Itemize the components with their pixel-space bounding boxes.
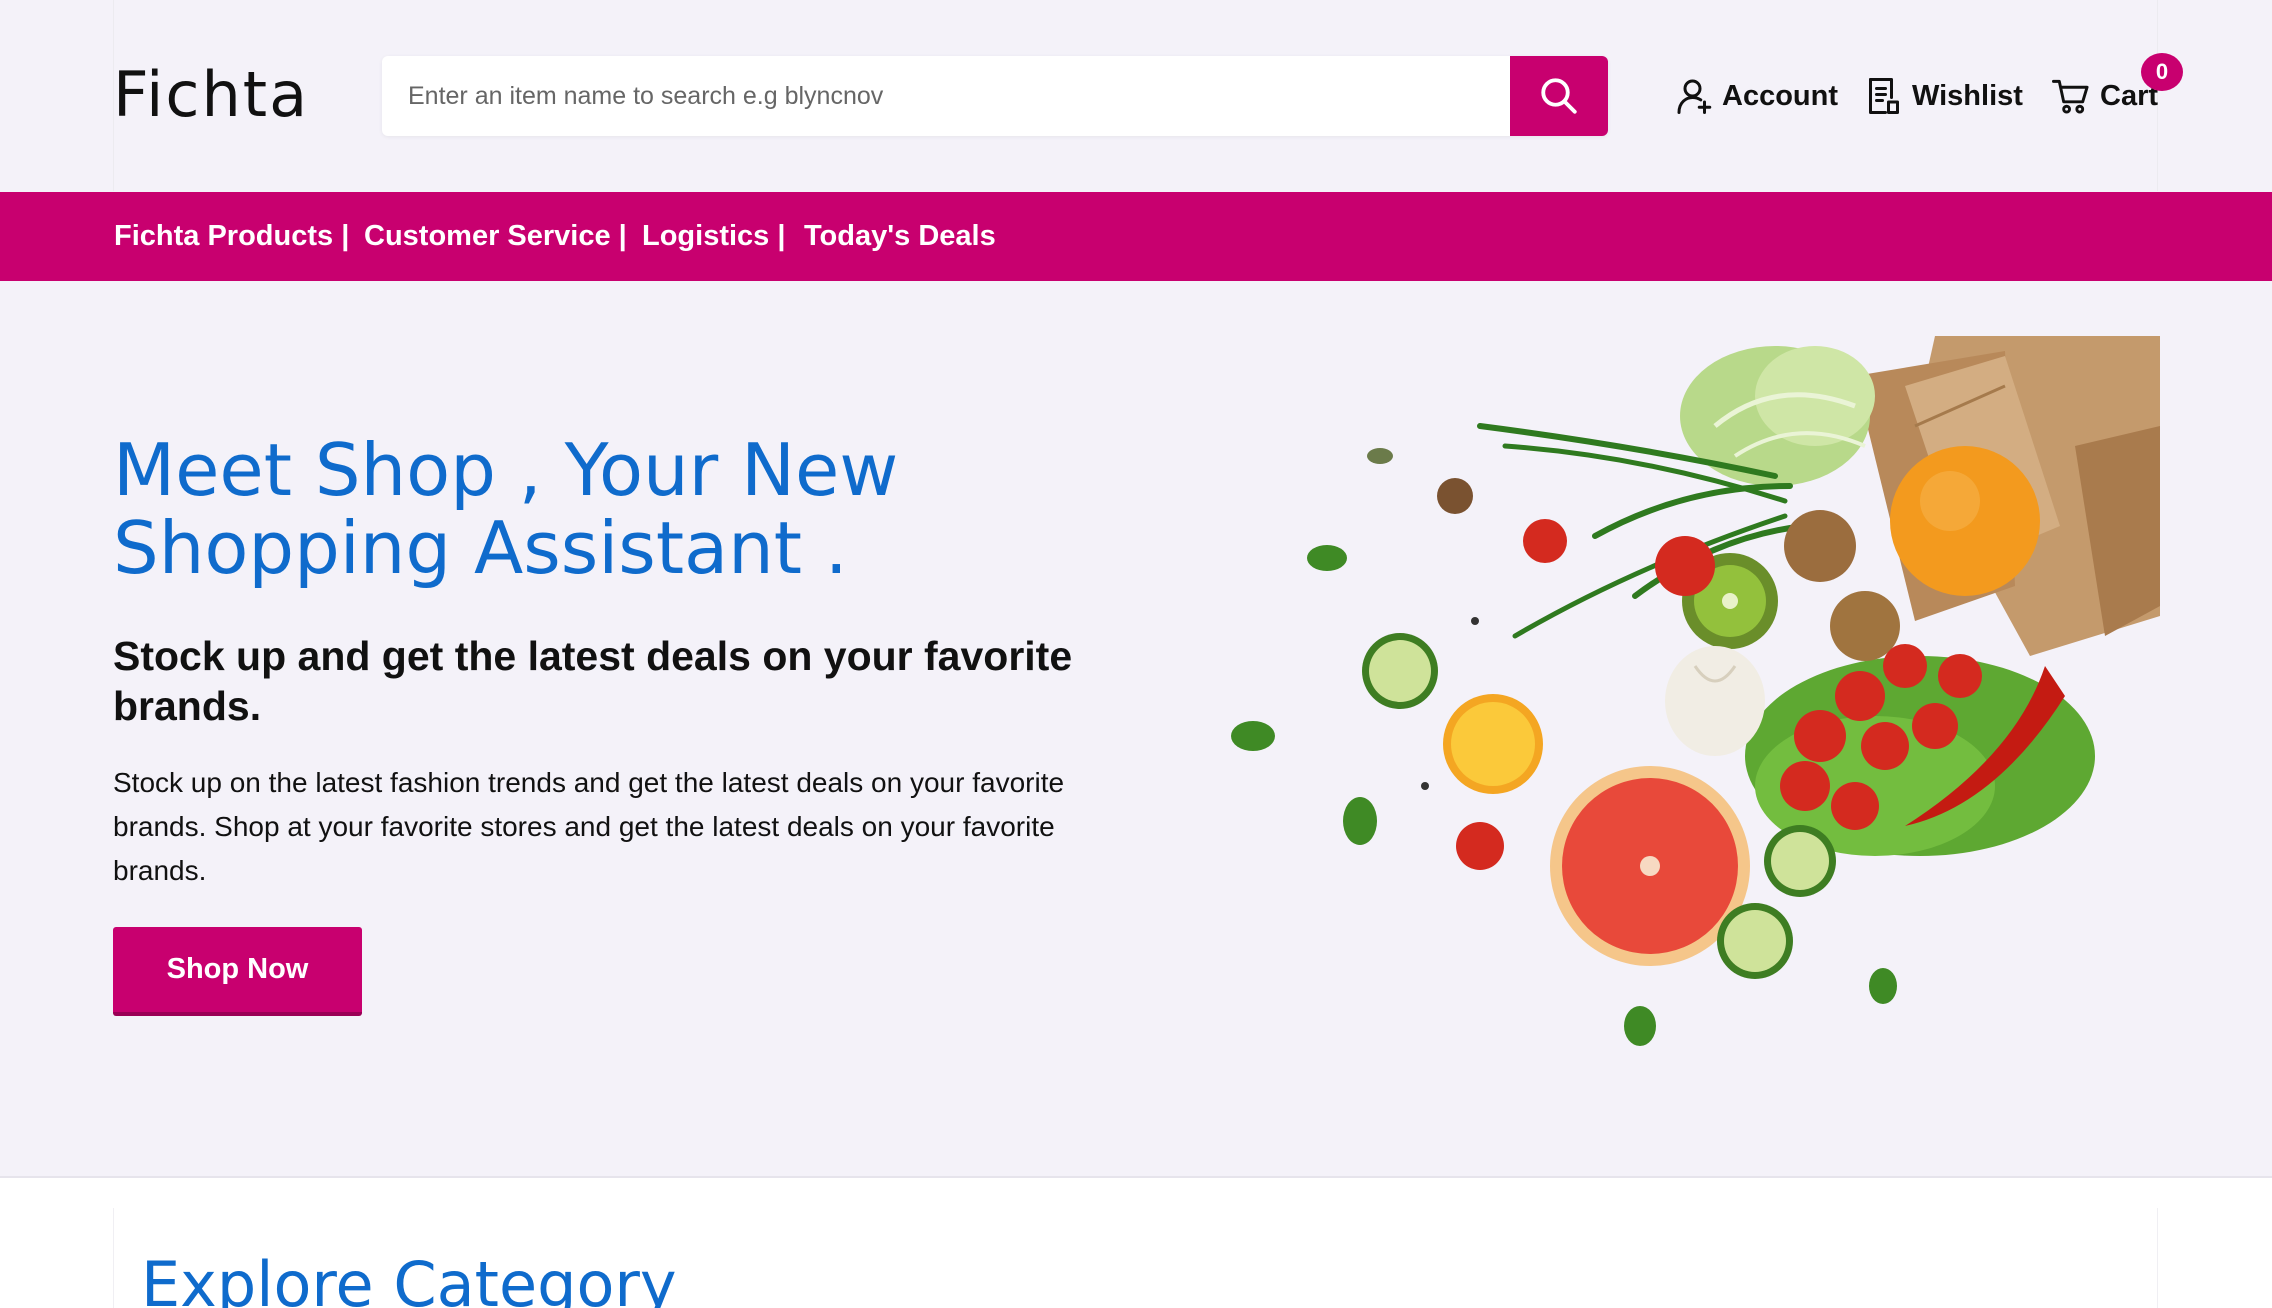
- nav-item-customer-service[interactable]: Customer Service |: [364, 192, 627, 281]
- site-header: Fichta Account Wishlist: [0, 0, 2272, 191]
- list-icon: [1869, 78, 1899, 114]
- hero-title-line-2: Shopping Assistant .: [113, 506, 848, 590]
- groceries-hero-image: [1231, 336, 2160, 1046]
- wishlist-label: Wishlist: [1912, 79, 2023, 112]
- cart-count-badge: 0: [2141, 53, 2183, 91]
- cart-icon: [2052, 79, 2089, 114]
- account-label: Account: [1722, 79, 1838, 112]
- explore-category-title: Explore Category: [141, 1248, 677, 1308]
- nav-item-logistics[interactable]: Logistics |: [642, 192, 785, 281]
- hero-description: Stock up on the latest fashion trends an…: [113, 767, 1065, 886]
- nav-item-todays-deals[interactable]: Today's Deals: [804, 192, 996, 281]
- orange-slice-graphic: [1443, 694, 1543, 794]
- search-button[interactable]: [1510, 56, 1608, 136]
- search-input[interactable]: [382, 56, 1512, 136]
- nav-item-fichta-products[interactable]: Fichta Products |: [114, 192, 349, 281]
- category-nav: Fichta Products | Customer Service | Log…: [0, 192, 2272, 281]
- search-bar: [382, 56, 1608, 136]
- hero-section: Meet Shop , Your New Shopping Assistant …: [0, 281, 2272, 1176]
- hero-title: Meet Shop , Your New Shopping Assistant …: [113, 431, 1113, 587]
- hero-subtitle: Stock up and get the latest deals on you…: [113, 633, 1073, 729]
- account-link[interactable]: Account: [1676, 72, 1838, 120]
- site-logo[interactable]: Fichta: [113, 55, 309, 135]
- garlic-graphic: [1665, 646, 1765, 756]
- shop-now-button[interactable]: Shop Now: [113, 927, 362, 1016]
- walnut-graphic: [1784, 510, 1856, 582]
- user-add-icon: [1677, 79, 1712, 114]
- search-icon: [1541, 78, 1577, 114]
- hero-title-line-1: Meet Shop , Your New: [113, 428, 899, 512]
- wishlist-link[interactable]: Wishlist: [1866, 72, 2023, 120]
